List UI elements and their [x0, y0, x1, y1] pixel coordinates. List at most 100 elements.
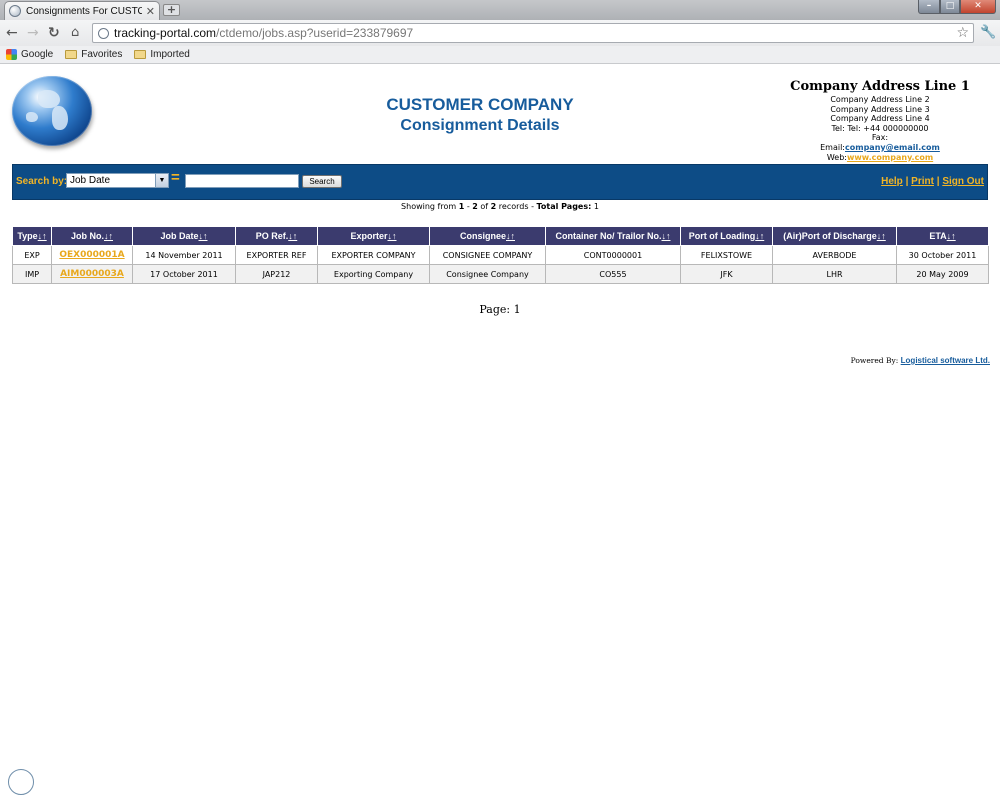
web-link[interactable]: www.company.com: [847, 153, 933, 162]
sort-arrows-icon[interactable]: ↓↑: [199, 231, 208, 241]
search-button[interactable]: Search: [302, 175, 342, 188]
sign-out-link[interactable]: Sign Out: [942, 176, 984, 187]
column-label: ETA: [929, 231, 947, 241]
address-email-row: Email:company@email.com: [780, 143, 980, 153]
address-tel: Tel: Tel: +44 000000000: [831, 123, 929, 133]
table-cell: LHR: [772, 264, 897, 284]
column-header[interactable]: Job Date↓↑: [132, 226, 236, 246]
column-header[interactable]: Container No/ Trailor No.↓↑: [545, 226, 681, 246]
column-header[interactable]: Consignee↓↑: [429, 226, 546, 246]
google-icon: [6, 49, 17, 60]
page-globe-icon: [98, 27, 109, 39]
search-input[interactable]: [185, 174, 299, 188]
column-label: Port of Loading: [688, 231, 756, 241]
table-cell: JAP212: [235, 264, 318, 284]
column-header[interactable]: ETA↓↑: [896, 226, 989, 246]
help-link[interactable]: Help: [881, 176, 903, 187]
powered-by: Powered By: Logistical software Ltd.: [780, 356, 990, 365]
bookmarks-bar: Google Favorites Imported: [0, 46, 1000, 64]
address-line-3: Company Address Line 3: [830, 104, 930, 114]
forward-arrow-icon[interactable]: →: [27, 24, 39, 42]
pager: Page: 1: [479, 303, 521, 316]
table-cell: AVERBODE: [772, 245, 897, 265]
email-label: Email:: [820, 142, 845, 152]
table-cell: JFK: [680, 264, 773, 284]
column-header[interactable]: Type↓↑: [12, 226, 52, 246]
table-cell: EXP: [12, 245, 52, 265]
records-summary: Showing from 1 - 2 of 2 records - Total …: [401, 202, 599, 211]
sort-arrows-icon[interactable]: ↓↑: [104, 231, 113, 241]
sort-arrows-icon[interactable]: ↓↑: [947, 231, 956, 241]
header-links: Help | Print | Sign Out: [881, 176, 984, 187]
browser-toolbar: ← → ↻ ⌂ tracking-portal.com/ctdemo/jobs.…: [0, 20, 1000, 46]
reload-icon[interactable]: ↻: [48, 24, 60, 42]
column-label: PO Ref.: [255, 231, 289, 241]
bookmark-label: Favorites: [81, 49, 123, 60]
table-header-row: Type↓↑ Job No.↓↑ Job Date↓↑ PO Ref.↓↑ Export…: [12, 226, 989, 246]
sort-arrows-icon[interactable]: ↓↑: [38, 231, 47, 241]
url-path: /ctdemo/jobs.asp?userid=233879697: [216, 26, 414, 40]
bookmark-label: Google: [21, 49, 54, 60]
status-globe-icon: [8, 769, 34, 795]
table-cell: Exporting Company: [317, 264, 430, 284]
home-icon[interactable]: ⌂: [71, 24, 79, 42]
table-cell: EXPORTER REF: [235, 245, 318, 265]
column-header[interactable]: PO Ref.↓↑: [235, 226, 318, 246]
browser-tabstrip: Consignments For CUSTOM ✕ + – □ ✕: [0, 0, 1000, 20]
table-cell: CO555: [545, 264, 681, 284]
column-label: Exporter: [350, 231, 388, 241]
column-label: Job Date: [160, 231, 199, 241]
vendor-link[interactable]: Logistical software Ltd.: [901, 356, 990, 365]
window-minimize-button[interactable]: –: [918, 0, 940, 14]
table-row: IMP AIM000003A 17 October 2011 JAP212 Export…: [12, 264, 989, 284]
bookmark-google[interactable]: Google: [6, 49, 53, 60]
web-label: Web:: [826, 152, 847, 162]
search-field-value: Job Date: [70, 175, 111, 186]
wrench-menu-icon[interactable]: 🔧: [980, 25, 996, 40]
back-arrow-icon[interactable]: ←: [6, 24, 18, 42]
tab-close-icon[interactable]: ✕: [146, 6, 155, 17]
address-bar[interactable]: tracking-portal.com/ctdemo/jobs.asp?user…: [92, 23, 974, 43]
column-header[interactable]: Exporter↓↑: [317, 226, 430, 246]
search-field-select[interactable]: Job Date ▼: [66, 173, 169, 188]
bookmark-favorites[interactable]: Favorites: [65, 49, 122, 60]
table-cell: 20 May 2009: [896, 264, 989, 284]
sort-arrows-icon[interactable]: ↓↑: [288, 231, 297, 241]
address-web-row: Web:www.company.com: [780, 153, 980, 163]
column-header[interactable]: (Air)Port of Discharge↓↑: [772, 226, 897, 246]
column-header[interactable]: Port of Loading↓↑: [680, 226, 773, 246]
globe-logo-icon: [12, 76, 92, 146]
tab-title: Consignments For CUSTOM: [26, 5, 142, 17]
sort-arrows-icon[interactable]: ↓↑: [662, 231, 671, 241]
column-label: Container No/ Trailor No.: [555, 231, 662, 241]
folder-icon: [65, 50, 78, 59]
chevron-down-icon[interactable]: ▼: [155, 174, 168, 187]
bookmark-label: Imported: [150, 49, 190, 60]
job-number-link[interactable]: AIM000003A: [60, 269, 124, 279]
table-cell: FELIXSTOWE: [680, 245, 773, 265]
bookmark-star-icon[interactable]: ☆: [956, 25, 969, 41]
sort-arrows-icon[interactable]: ↓↑: [877, 231, 886, 241]
search-by-label: Search by:: [16, 176, 68, 187]
browser-tab[interactable]: Consignments For CUSTOM ✕: [4, 1, 160, 20]
window-maximize-button[interactable]: □: [940, 0, 960, 14]
sort-arrows-icon[interactable]: ↓↑: [506, 231, 515, 241]
table-cell: 17 October 2011: [132, 264, 236, 284]
column-header[interactable]: Job No.↓↑: [51, 226, 133, 246]
sort-arrows-icon[interactable]: ↓↑: [755, 231, 764, 241]
email-link[interactable]: company@email.com: [845, 143, 940, 152]
powered-by-label: Powered By:: [850, 356, 899, 365]
table-cell: Consignee Company: [429, 264, 546, 284]
sort-arrows-icon[interactable]: ↓↑: [388, 231, 397, 241]
consignments-table: Type↓↑ Job No.↓↑ Job Date↓↑ PO Ref.↓↑ Export…: [12, 226, 989, 284]
table-cell: CONSIGNEE COMPANY: [429, 245, 546, 265]
company-address: Company Address Line 1 Company Address L…: [780, 79, 980, 162]
bookmark-imported[interactable]: Imported: [134, 49, 190, 60]
job-number-link[interactable]: OEX000001A: [59, 250, 124, 260]
column-label: Job No.: [71, 231, 104, 241]
window-close-button[interactable]: ✕: [960, 0, 996, 14]
new-tab-button[interactable]: +: [163, 4, 180, 16]
print-link[interactable]: Print: [911, 176, 934, 187]
table-cell: CONT0000001: [545, 245, 681, 265]
column-label: Consignee: [459, 231, 506, 241]
